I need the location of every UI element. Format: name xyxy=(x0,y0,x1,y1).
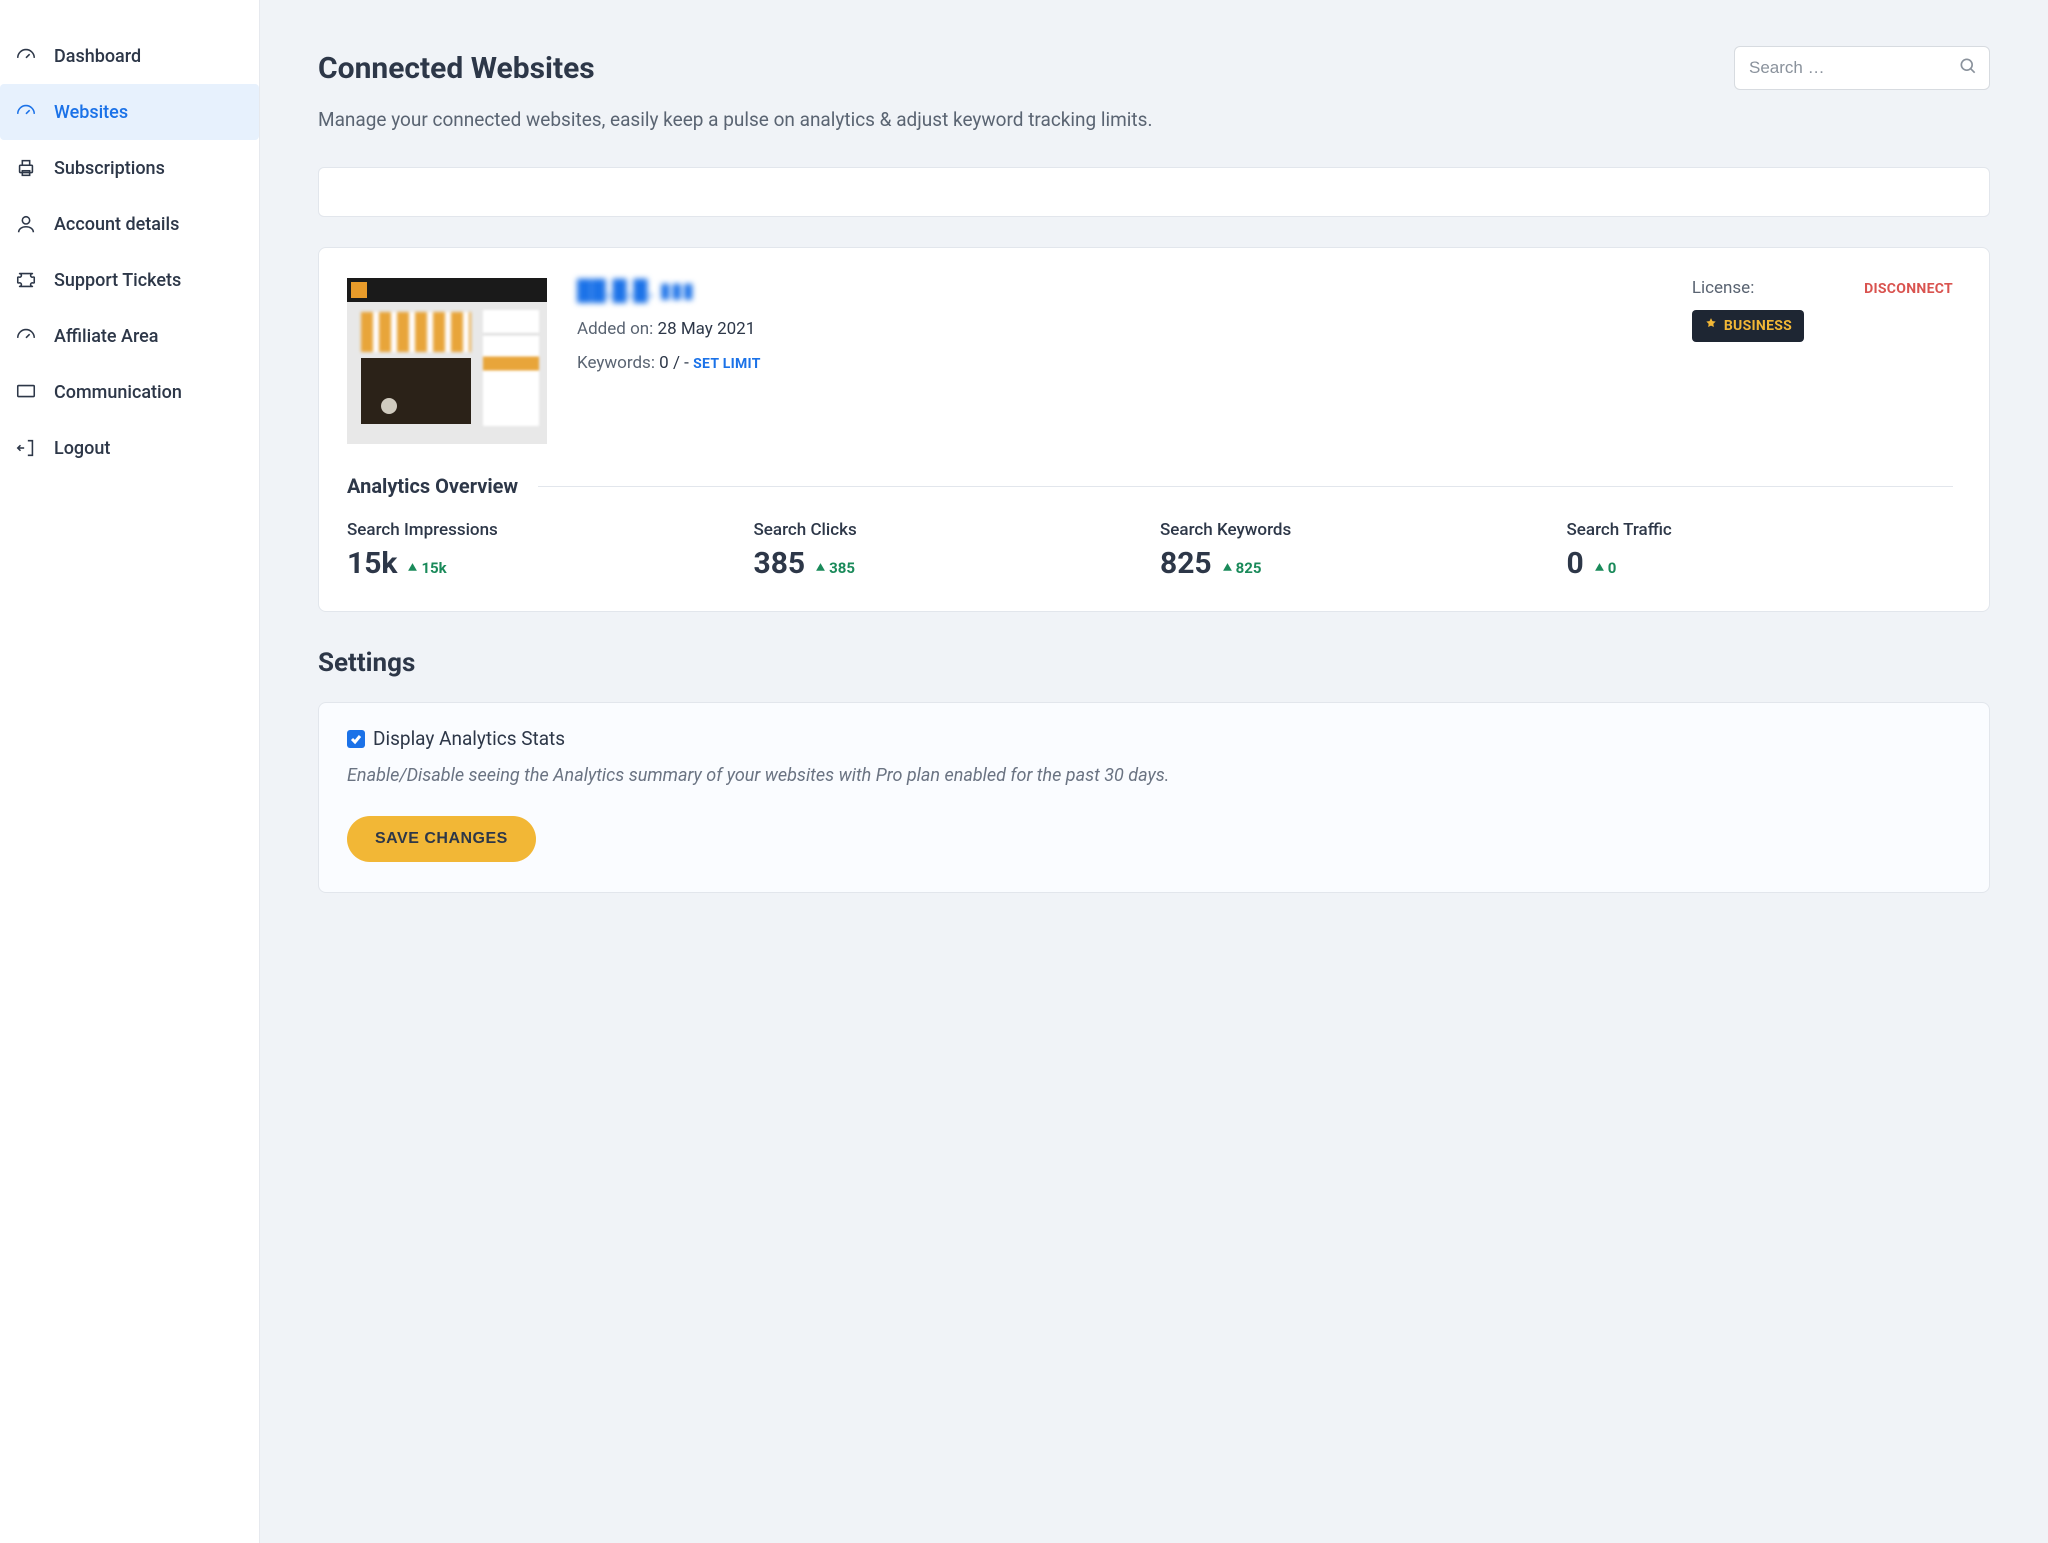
added-on-value: 28 May 2021 xyxy=(658,319,756,339)
search-wrap xyxy=(1734,46,1990,90)
stat-label: Search Keywords xyxy=(1160,520,1547,540)
license-badge-text: BUSINESS xyxy=(1724,318,1792,334)
license-label: License: xyxy=(1692,278,1804,298)
website-meta: ██.█.█. ▮▮▮ Added on: 28 May 2021 Keywor… xyxy=(577,278,1662,444)
stat-value: 15k xyxy=(347,546,397,581)
divider xyxy=(538,486,1953,487)
stat-delta-value: 385 xyxy=(829,559,855,577)
keywords-line: Keywords: 0 / - SET LIMIT xyxy=(577,353,1662,373)
sidebar-item-label: Support Tickets xyxy=(54,270,181,291)
search-input[interactable] xyxy=(1734,46,1990,90)
stat-label: Search Traffic xyxy=(1567,520,1954,540)
keywords-value: 0 / - xyxy=(659,353,689,373)
stat-delta-value: 15k xyxy=(421,559,446,577)
stat-search-keywords: Search Keywords 825 825 xyxy=(1160,520,1547,581)
search-icon xyxy=(1958,56,1978,80)
analytics-overview-title: Analytics Overview xyxy=(347,474,518,498)
sidebar-item-account-details[interactable]: Account details xyxy=(0,196,259,252)
disconnect-link[interactable]: DISCONNECT xyxy=(1864,281,1953,297)
save-changes-button[interactable]: SAVE CHANGES xyxy=(347,816,536,862)
stat-value: 385 xyxy=(754,546,806,581)
stat-delta: 15k xyxy=(407,559,446,577)
gauge-icon xyxy=(14,44,38,68)
sidebar-item-dashboard[interactable]: Dashboard xyxy=(0,28,259,84)
stat-search-traffic: Search Traffic 0 0 xyxy=(1567,520,1954,581)
sidebar-item-subscriptions[interactable]: Subscriptions xyxy=(0,140,259,196)
stat-delta: 385 xyxy=(815,559,855,577)
website-thumbnail xyxy=(347,278,547,444)
gauge-icon xyxy=(14,324,38,348)
stat-label: Search Impressions xyxy=(347,520,734,540)
stat-value: 0 xyxy=(1567,546,1584,581)
arrow-up-icon xyxy=(407,559,418,577)
stat-delta-value: 0 xyxy=(1608,559,1617,577)
stat-search-clicks: Search Clicks 385 385 xyxy=(754,520,1141,581)
arrow-up-icon xyxy=(1222,559,1233,577)
stat-delta: 0 xyxy=(1594,559,1617,577)
set-limit-link[interactable]: SET LIMIT xyxy=(693,356,761,372)
sidebar-item-label: Account details xyxy=(54,214,179,235)
checkbox-label: Display Analytics Stats xyxy=(373,727,565,750)
sidebar-item-label: Dashboard xyxy=(54,46,141,67)
sidebar-item-label: Communication xyxy=(54,382,182,403)
sidebar-item-logout[interactable]: Logout xyxy=(0,420,259,476)
sidebar-item-label: Logout xyxy=(54,438,110,459)
display-analytics-checkbox[interactable] xyxy=(347,730,365,748)
stat-label: Search Clicks xyxy=(754,520,1141,540)
website-card: ██.█.█. ▮▮▮ Added on: 28 May 2021 Keywor… xyxy=(318,247,1990,612)
settings-title: Settings xyxy=(318,648,1990,678)
sidebar: Dashboard Websites Subscriptions Account… xyxy=(0,0,260,1543)
sidebar-item-label: Affiliate Area xyxy=(54,326,159,347)
chat-icon xyxy=(14,380,38,404)
settings-box: Display Analytics Stats Enable/Disable s… xyxy=(318,702,1990,893)
website-url[interactable]: ██.█.█. ▮▮▮ xyxy=(577,278,1662,303)
sidebar-item-communication[interactable]: Communication xyxy=(0,364,259,420)
arrow-up-icon xyxy=(815,559,826,577)
stat-search-impressions: Search Impressions 15k 15k xyxy=(347,520,734,581)
star-icon xyxy=(1704,317,1718,335)
sidebar-item-support-tickets[interactable]: Support Tickets xyxy=(0,252,259,308)
empty-card xyxy=(318,167,1990,217)
ticket-icon xyxy=(14,268,38,292)
main-content: Connected Websites Manage your connected… xyxy=(260,0,2048,1543)
keywords-label: Keywords: xyxy=(577,353,655,373)
printer-icon xyxy=(14,156,38,180)
sidebar-item-label: Websites xyxy=(54,102,128,123)
page-title: Connected Websites xyxy=(318,51,595,86)
sidebar-item-label: Subscriptions xyxy=(54,158,165,179)
logout-icon xyxy=(14,436,38,460)
stat-delta-value: 825 xyxy=(1236,559,1262,577)
page-subtitle: Manage your connected websites, easily k… xyxy=(318,108,1990,131)
gauge-icon xyxy=(14,100,38,124)
license-badge: BUSINESS xyxy=(1692,310,1804,342)
sidebar-item-websites[interactable]: Websites xyxy=(0,84,259,140)
settings-help-text: Enable/Disable seeing the Analytics summ… xyxy=(347,762,1961,790)
added-on-line: Added on: 28 May 2021 xyxy=(577,319,1662,339)
stats-row: Search Impressions 15k 15k Search Clicks… xyxy=(347,520,1953,581)
stat-delta: 825 xyxy=(1222,559,1262,577)
arrow-up-icon xyxy=(1594,559,1605,577)
added-on-label: Added on: xyxy=(577,319,653,339)
sidebar-item-affiliate-area[interactable]: Affiliate Area xyxy=(0,308,259,364)
stat-value: 825 xyxy=(1160,546,1212,581)
user-icon xyxy=(14,212,38,236)
